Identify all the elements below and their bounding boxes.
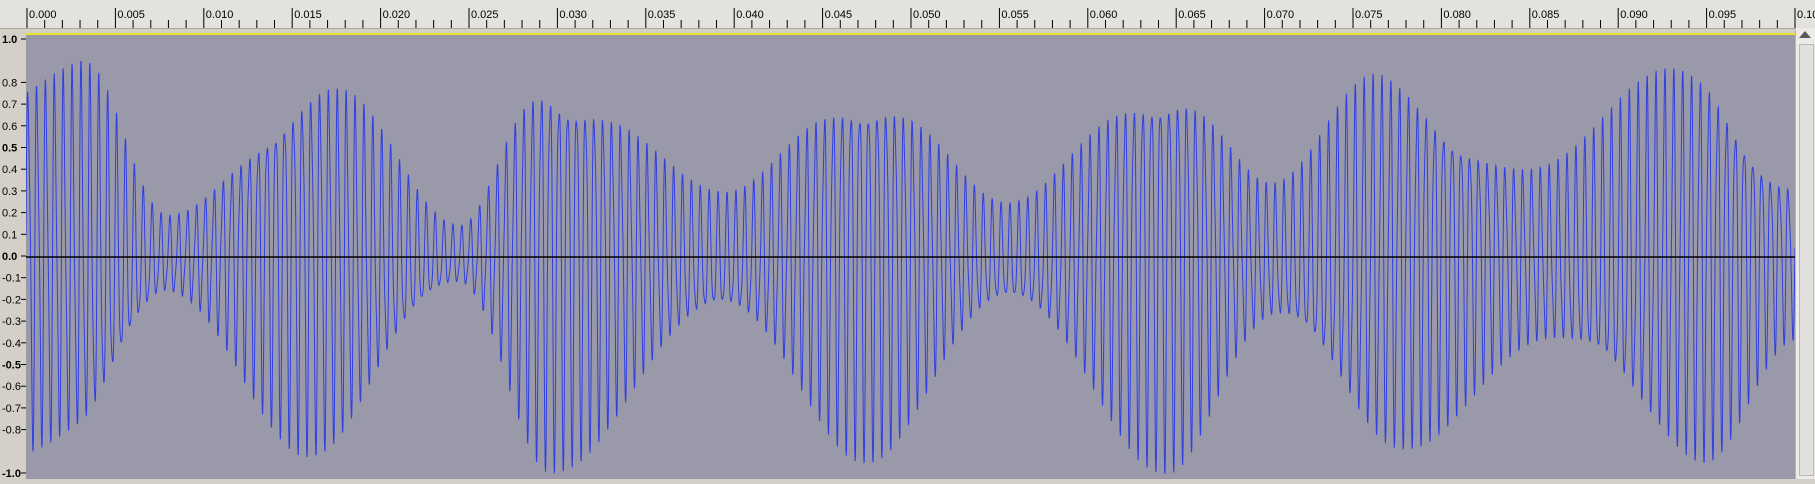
timeline-ticks: 0.000 0.005 0.010 0.015 0.020 0.025 0.030 0.035… [26,8,1815,28]
timeline-tick-label: 0.015 [294,9,322,21]
scrollbar-thumb[interactable] [1799,44,1814,476]
amplitude-tick-label: 0.8 [2,77,17,89]
amplitude-tick-label: 0.4 [2,164,17,176]
amplitude-tick-label: 0.0 [2,251,17,263]
timeline-tick-label: 0.095 [1709,9,1737,21]
timeline-tick-label: 0.060 [1090,9,1118,21]
amplitude-tick-label: -0.7 [2,403,21,415]
vertical-scrollbar[interactable] [1795,28,1815,479]
amplitude-ticks: 1.0 0.8 0.7 0.6 0.5 0.4 0.3 0.2 0.1 0.0 -0.1 -0.2 -0… [2,34,26,480]
timeline-tick-label: 0.010 [206,9,234,21]
timeline-tick-label: 0.090 [1620,9,1648,21]
timeline-tick-label: 0.030 [559,9,587,21]
amplitude-tick-label: -0.2 [2,294,21,306]
timeline-tick-label: 0.065 [1178,9,1206,21]
timeline-tick-label: 0.000 [29,9,57,21]
timeline-tick-label: 0.005 [117,9,145,21]
amplitude-ruler: 1.0 0.8 0.7 0.6 0.5 0.4 0.3 0.2 0.1 0.0 -0.1 -0.2 -0… [0,33,27,480]
amplitude-tick-label: 1.0 [2,34,17,46]
timeline-tick-label: 0.050 [913,9,941,21]
timeline-tick-label: 0.020 [383,9,411,21]
timeline-tick-label: 0.070 [1267,9,1295,21]
timeline-tick-label: 0.025 [471,9,499,21]
scroll-up-icon[interactable] [1799,31,1811,38]
waveform-panel[interactable] [26,33,1795,479]
amplitude-tick-label: 0.3 [2,186,17,198]
amplitude-tick-label: -1.0 [2,468,21,479]
amplitude-tick-label: -0.5 [2,360,21,372]
timeline-tick-label: 0.100 [1797,9,1815,21]
amplitude-tick-label: 0.1 [2,229,17,241]
timeline-tick-label: 0.035 [648,9,676,21]
amplitude-tick-label: -0.1 [2,273,21,285]
timeline-tick-label: 0.045 [825,9,853,21]
timeline-tick-label: 0.040 [736,9,764,21]
timeline-tick-label: 0.080 [1443,9,1471,21]
timeline-tick-label: 0.085 [1532,9,1560,21]
amplitude-tick-label: -0.4 [2,338,21,350]
amplitude-tick-label: 0.6 [2,121,17,133]
amplitude-tick-label: 0.2 [2,208,17,220]
amplitude-tick-label: -0.3 [2,316,21,328]
waveform-line [26,60,1795,474]
timeline-tick-label: 0.075 [1355,9,1383,21]
timeline-ruler[interactable]: 0.000 0.005 0.010 0.015 0.020 0.025 0.030 0.035… [0,0,1815,29]
waveform-chart [26,60,1795,474]
amplitude-tick-label: -0.8 [2,425,21,437]
amplitude-tick-label: -0.6 [2,381,21,393]
timeline-tick-label: 0.055 [1001,9,1029,21]
amplitude-tick-label: 0.7 [2,99,17,111]
audio-track[interactable]: 1.0 0.8 0.7 0.6 0.5 0.4 0.3 0.2 0.1 0.0 -0.1 -0.2 -0… [0,28,1815,480]
amplitude-tick-label: 0.5 [2,143,17,155]
